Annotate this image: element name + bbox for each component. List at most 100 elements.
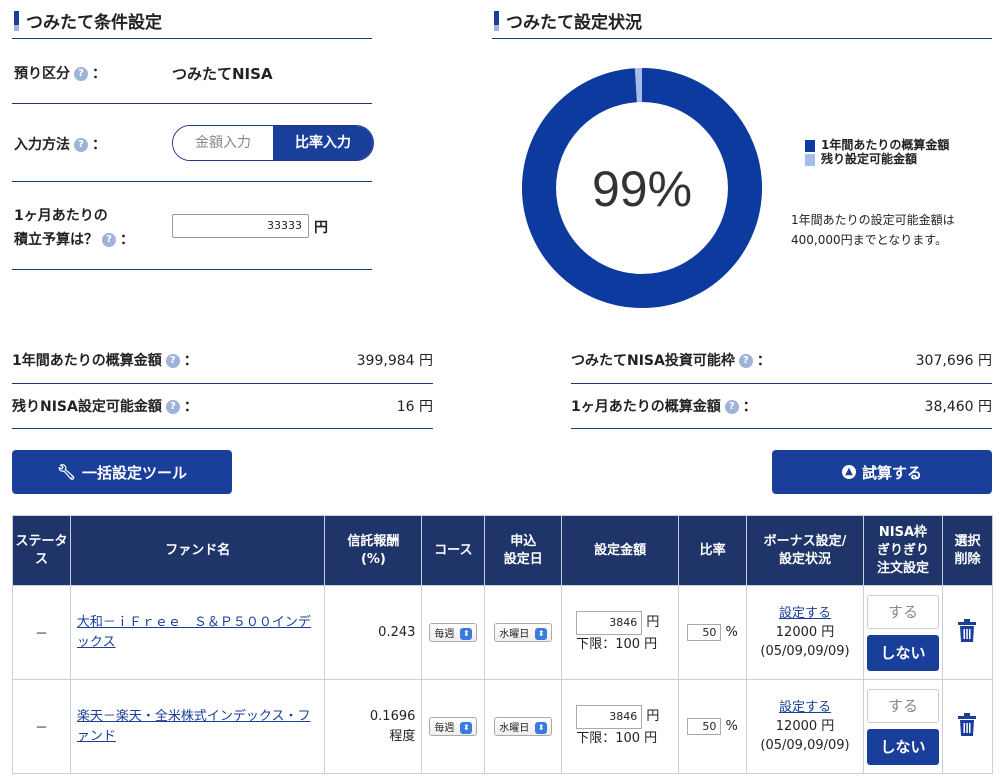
header-delete-line2: 削除 — [954, 551, 981, 567]
nisa-suru-button[interactable]: する — [866, 594, 939, 629]
select-arrows-icon: ⬍ — [460, 722, 473, 734]
simulate-label: 試算する — [861, 463, 922, 482]
annual-estimate-unit: 円 — [419, 353, 433, 369]
nisa-suru-button[interactable]: する — [866, 688, 939, 723]
nisa-limit-unit: 円 — [978, 353, 992, 369]
select-arrows-icon: ⬍ — [535, 628, 548, 640]
fund-name-link[interactable]: 大和－ｉＦｒｅｅ Ｓ＆Ｐ５００インデックス — [77, 615, 311, 650]
condition-section-title: つみたて条件設定 — [14, 8, 162, 33]
help-icon[interactable]: ? — [738, 354, 753, 368]
trash-icon[interactable] — [957, 712, 977, 737]
header-delete-line1: 選択 — [954, 533, 981, 549]
table-row: － 楽天－楽天・全米株式インデックス・ファンド 0.1696 程度 毎週 ⬍ 水曜日… — [12, 679, 994, 774]
bulk-tool-label: 一括設定ツール — [82, 463, 188, 482]
header-nisa-line2: ぎりぎり — [876, 542, 929, 558]
header-bonus-line1: ボーナス設定/ — [763, 533, 847, 549]
header-date-line1: 申込 — [510, 533, 537, 549]
delete-cell — [941, 585, 994, 680]
amount-min: 下限：100 円 — [576, 636, 658, 652]
help-icon[interactable]: ? — [102, 233, 116, 247]
table-row: － 大和－ｉＦｒｅｅ Ｓ＆Ｐ５００インデックス 0.243 毎週 ⬍ 水曜日 ⬍ 3… — [12, 585, 994, 680]
legend-remaining-swatch-icon — [805, 153, 815, 166]
bonus-setting-link[interactable]: 設定する — [779, 606, 831, 621]
ratio-input-option[interactable]: 比率入力 — [273, 126, 373, 160]
budget-label-line2: 積立予算は？ — [14, 232, 98, 248]
fund-name-link[interactable]: 楽天－楽天・全米株式インデックス・ファンド — [77, 709, 311, 744]
header-fee-line2: (%) — [360, 551, 386, 567]
monthly-estimate-row: 1ヶ月あたりの概算金額?： 38,460 円 — [571, 399, 992, 415]
delete-cell — [941, 679, 994, 774]
nisa-shinai-button[interactable]: しない — [866, 634, 939, 671]
course-select[interactable]: 毎週 ⬍ — [429, 717, 478, 736]
bonus-amount: 12000 円 — [775, 625, 835, 640]
amount-input[interactable]: 3846 — [576, 610, 643, 635]
budget-label: 1ヶ月あたりの 積立予算は？?： — [14, 204, 134, 252]
legend-used-swatch-icon — [805, 139, 815, 152]
input-method-toggle[interactable]: 金額入力 比率入力 — [172, 125, 374, 161]
amount-input-option[interactable]: 金額入力 — [173, 126, 273, 160]
header-bonus-line2: 設定状況 — [779, 551, 832, 567]
ratio-input[interactable]: 50 — [687, 624, 722, 641]
ratio-unit: % — [725, 625, 738, 640]
course-selected: 毎週 — [434, 723, 455, 734]
annual-estimate-value: 399,984 — [356, 353, 415, 369]
trash-icon[interactable] — [957, 618, 977, 643]
monthly-estimate-value: 38,460 — [924, 399, 974, 415]
account-type-value: つみたてNISA — [172, 65, 273, 83]
bulk-setting-tool-button[interactable]: 🔧︎ 一括設定ツール — [12, 450, 232, 494]
limit-note: 1年間あたりの設定可能金額は 400,000円までとなります。 — [791, 210, 955, 250]
header-fee: 信託報酬 (%) — [324, 515, 423, 586]
fee-note: 程度 — [389, 728, 416, 744]
title-bar-icon — [14, 10, 19, 31]
simulate-button[interactable]: ▲ 試算する — [772, 450, 992, 494]
remaining-nisa-row: 残りNISA設定可能金額?： 16 円 — [12, 399, 433, 415]
budget-input[interactable]: 33333 — [172, 214, 309, 238]
annual-estimate-row: 1年間あたりの概算金額?： 399,984 円 — [12, 353, 433, 369]
account-type-label-text: 預り区分 — [14, 66, 70, 82]
donut-chart: 99% — [522, 68, 762, 308]
fee-value: 0.243 — [378, 624, 416, 640]
input-method-label-text: 入力方法 — [14, 137, 70, 153]
input-method-label: 入力方法?： — [14, 137, 106, 153]
amount-input[interactable]: 3846 — [576, 704, 643, 729]
bonus-dates: (05/09,09/09) — [760, 644, 850, 659]
select-arrows-icon: ⬍ — [460, 628, 473, 640]
ratio-input[interactable]: 50 — [687, 718, 722, 735]
help-icon[interactable]: ? — [165, 400, 180, 414]
header-bonus: ボーナス設定/設定状況 — [746, 515, 864, 586]
limit-note-line1: 1年間あたりの設定可能金額は — [791, 213, 955, 227]
legend-used-label: 1年間あたりの概算金額 — [821, 138, 950, 152]
amount-unit: 円 — [646, 708, 660, 724]
bonus-setting-link[interactable]: 設定する — [779, 700, 831, 715]
monthly-estimate-unit: 円 — [978, 399, 992, 415]
day-select[interactable]: 水曜日 ⬍ — [494, 717, 553, 736]
header-date: 申込 設定日 — [484, 515, 563, 586]
header-delete: 選択 削除 — [941, 515, 994, 586]
legend-remaining-label: 残り設定可能金額 — [821, 152, 918, 166]
row-status: － — [12, 679, 71, 774]
help-icon[interactable]: ? — [165, 354, 180, 368]
amount-unit: 円 — [646, 614, 660, 630]
help-icon[interactable]: ? — [74, 138, 88, 152]
nisa-limit-row: つみたてNISA投資可能枠?： 307,696 円 — [571, 353, 992, 369]
nisa-limit-value: 307,696 — [915, 353, 974, 369]
donut-legend: 1年間あたりの概算金額 残り設定可能金額 — [805, 138, 949, 166]
help-icon[interactable]: ? — [724, 400, 739, 414]
account-type-label: 預り区分?： — [14, 66, 106, 82]
nisa-shinai-button[interactable]: しない — [866, 728, 939, 765]
help-icon[interactable]: ? — [74, 67, 88, 81]
day-select[interactable]: 水曜日 ⬍ — [494, 623, 553, 642]
budget-label-line1: 1ヶ月あたりの — [14, 208, 108, 224]
amount-min: 下限：100 円 — [576, 730, 658, 746]
fund-table: ステータス ファンド名 信託報酬 (%) コース 申込 設定日 設定金額 比率 ボー… — [12, 515, 994, 774]
monthly-estimate-label: 1ヶ月あたりの概算金額 — [571, 399, 721, 415]
day-selected: 水曜日 — [499, 629, 530, 640]
header-nisa-line1: NISA枠 — [878, 524, 928, 540]
header-amount: 設定金額 — [561, 515, 680, 586]
header-status: ステータス — [12, 515, 71, 586]
arrow-up-circle-icon: ▲ — [841, 465, 856, 479]
status-section-title: つみたて設定状況 — [494, 8, 642, 33]
course-select[interactable]: 毎週 ⬍ — [429, 623, 478, 642]
header-ratio: 比率 — [678, 515, 748, 586]
ratio-unit: % — [725, 719, 738, 734]
